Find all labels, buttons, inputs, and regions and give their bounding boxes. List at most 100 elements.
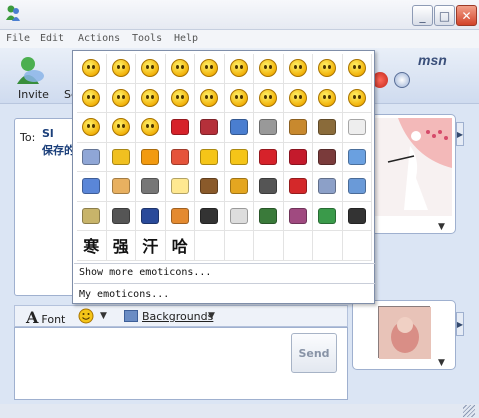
emoticon-girl-icon[interactable]	[283, 201, 313, 231]
emoticon-sunglasses-icon[interactable]	[224, 54, 254, 84]
send-button[interactable]: Send	[291, 333, 337, 373]
emoticon-cat-icon[interactable]	[254, 113, 284, 143]
emoticon-moon-icon[interactable]	[77, 142, 107, 172]
emoticon-nerd-icon[interactable]	[165, 83, 195, 113]
emoticon-baring-teeth-icon[interactable]	[106, 113, 136, 143]
collapse-top-icon[interactable]: ▶	[456, 122, 464, 146]
emoticon-sad-icon[interactable]	[342, 54, 372, 84]
menu-tools[interactable]: Tools	[132, 33, 162, 44]
resize-grip[interactable]	[463, 405, 475, 417]
emoticon-red-heart-icon[interactable]	[165, 113, 195, 143]
emoticon-wilted-rose-icon[interactable]	[313, 142, 343, 172]
contact-personal-message: 保存的	[42, 144, 75, 157]
emoticon-empty-cell	[254, 231, 284, 261]
to-label: To:	[20, 131, 36, 144]
emoticon-dog-icon[interactable]	[283, 113, 313, 143]
menu-actions[interactable]: Actions	[78, 33, 120, 44]
emoticon-camera-icon[interactable]	[136, 172, 166, 202]
show-more-emoticons-link[interactable]: Show more emoticons...	[79, 267, 211, 278]
menu-help[interactable]: Help	[174, 33, 198, 44]
emoticon-boy-icon[interactable]	[254, 201, 284, 231]
emoticon-car-icon[interactable]	[283, 172, 313, 202]
emoticon-custom-text[interactable]: 汗	[136, 231, 166, 261]
emoticon-phone-icon[interactable]	[224, 172, 254, 202]
minimize-button[interactable]: _	[412, 5, 433, 26]
emoticon-secret-icon[interactable]	[283, 83, 313, 113]
emoticon-party-icon[interactable]	[224, 83, 254, 113]
emoticon-email-icon[interactable]	[224, 201, 254, 231]
font-button[interactable]: A Font	[26, 308, 65, 327]
emoticon-island-icon[interactable]	[313, 201, 343, 231]
emoticon-computer-icon[interactable]	[342, 172, 372, 202]
emoticon-custom-text[interactable]: 哈	[165, 231, 195, 261]
emoticon-tongue-icon[interactable]	[195, 54, 225, 84]
emoticon-thinking-icon[interactable]	[195, 83, 225, 113]
emoticon-dropdown-icon[interactable]: ▼	[100, 311, 107, 321]
close-button[interactable]: ✕	[456, 5, 477, 26]
emoticon-film-icon[interactable]	[106, 201, 136, 231]
menu-edit[interactable]: Edit	[40, 33, 64, 44]
popup-divider	[74, 263, 375, 264]
invite-icon[interactable]	[14, 54, 46, 86]
emoticon-people-icon[interactable]	[224, 113, 254, 143]
emoticon-sarcastic-icon[interactable]	[313, 83, 343, 113]
emoticon-rose-icon[interactable]	[283, 142, 313, 172]
maximize-button[interactable]: □	[434, 5, 455, 26]
emoticon-cake-icon[interactable]	[106, 172, 136, 202]
emoticon-sick-icon[interactable]	[136, 83, 166, 113]
backgrounds-icon	[124, 310, 138, 322]
emoticon-embarrassed-icon[interactable]	[313, 54, 343, 84]
emoticon-airplane-icon[interactable]	[313, 172, 343, 202]
emoticon-grid: 寒强汗哈	[77, 54, 373, 262]
emoticon-eye-roll-icon[interactable]	[342, 83, 372, 113]
emoticon-sleepy-icon[interactable]	[254, 83, 284, 113]
emoticon-light-bulb-icon[interactable]	[165, 172, 195, 202]
emoticon-rainbow-icon[interactable]	[165, 142, 195, 172]
emoticon-smoke-icon[interactable]	[77, 113, 107, 143]
emoticon-star-icon[interactable]	[106, 142, 136, 172]
emoticon-clock-icon[interactable]	[342, 142, 372, 172]
backgrounds-dropdown-icon[interactable]: ▼	[208, 311, 215, 321]
emoticon-music-icon[interactable]	[136, 201, 166, 231]
emoticon-button[interactable]	[78, 308, 94, 324]
invite-button[interactable]: Invite	[18, 88, 49, 101]
emoticon-grin-icon[interactable]	[106, 54, 136, 84]
emoticon-umbrella-icon[interactable]	[342, 201, 372, 231]
emoticon-dont-tell-icon[interactable]	[136, 113, 166, 143]
my-picture-menu-icon[interactable]: ▼	[438, 358, 445, 368]
emoticon-kiss-icon[interactable]	[254, 142, 284, 172]
title-bar: _ □ ✕	[0, 0, 479, 30]
emoticon-broken-heart-icon[interactable]	[195, 113, 225, 143]
options-icon[interactable]	[394, 72, 410, 88]
emoticon-surprised-icon[interactable]	[165, 54, 195, 84]
emoticon-soccer-ball-icon[interactable]	[195, 201, 225, 231]
emoticon-hug-right-icon[interactable]	[224, 142, 254, 172]
backgrounds-button[interactable]: Backgrounds	[142, 310, 213, 323]
my-emoticons-link[interactable]: My emoticons...	[79, 289, 169, 300]
my-display-picture[interactable]	[378, 306, 431, 359]
popup-divider	[74, 283, 375, 284]
emoticon-pizza-icon[interactable]	[165, 201, 195, 231]
contact-name: Sl	[42, 127, 54, 140]
emoticon-mobile-phone-icon[interactable]	[254, 172, 284, 202]
menu-file[interactable]: File	[6, 33, 30, 44]
emoticon-crying-icon[interactable]	[77, 83, 107, 113]
emoticon-disappointed-icon[interactable]	[106, 83, 136, 113]
emoticon-gift-icon[interactable]	[77, 172, 107, 202]
collapse-bottom-icon[interactable]: ▶	[456, 312, 464, 336]
emoticon-confused-icon[interactable]	[283, 54, 313, 84]
emoticon-custom-text[interactable]: 寒	[77, 231, 107, 261]
emoticon-coffee-icon[interactable]	[195, 172, 225, 202]
status-bar	[0, 404, 479, 418]
emoticon-money-icon[interactable]	[77, 201, 107, 231]
emoticon-wink-icon[interactable]	[136, 54, 166, 84]
msn-buddy-icon	[6, 5, 20, 21]
contact-picture-menu-icon[interactable]: ▼	[438, 222, 445, 232]
emoticon-hug-left-icon[interactable]	[195, 142, 225, 172]
emoticon-angry-icon[interactable]	[254, 54, 284, 84]
emoticon-sheep-icon[interactable]	[342, 113, 372, 143]
emoticon-sun-icon[interactable]	[136, 142, 166, 172]
emoticon-smile-icon[interactable]	[77, 54, 107, 84]
emoticon-snail-icon[interactable]	[313, 113, 343, 143]
emoticon-custom-text[interactable]: 强	[106, 231, 136, 261]
